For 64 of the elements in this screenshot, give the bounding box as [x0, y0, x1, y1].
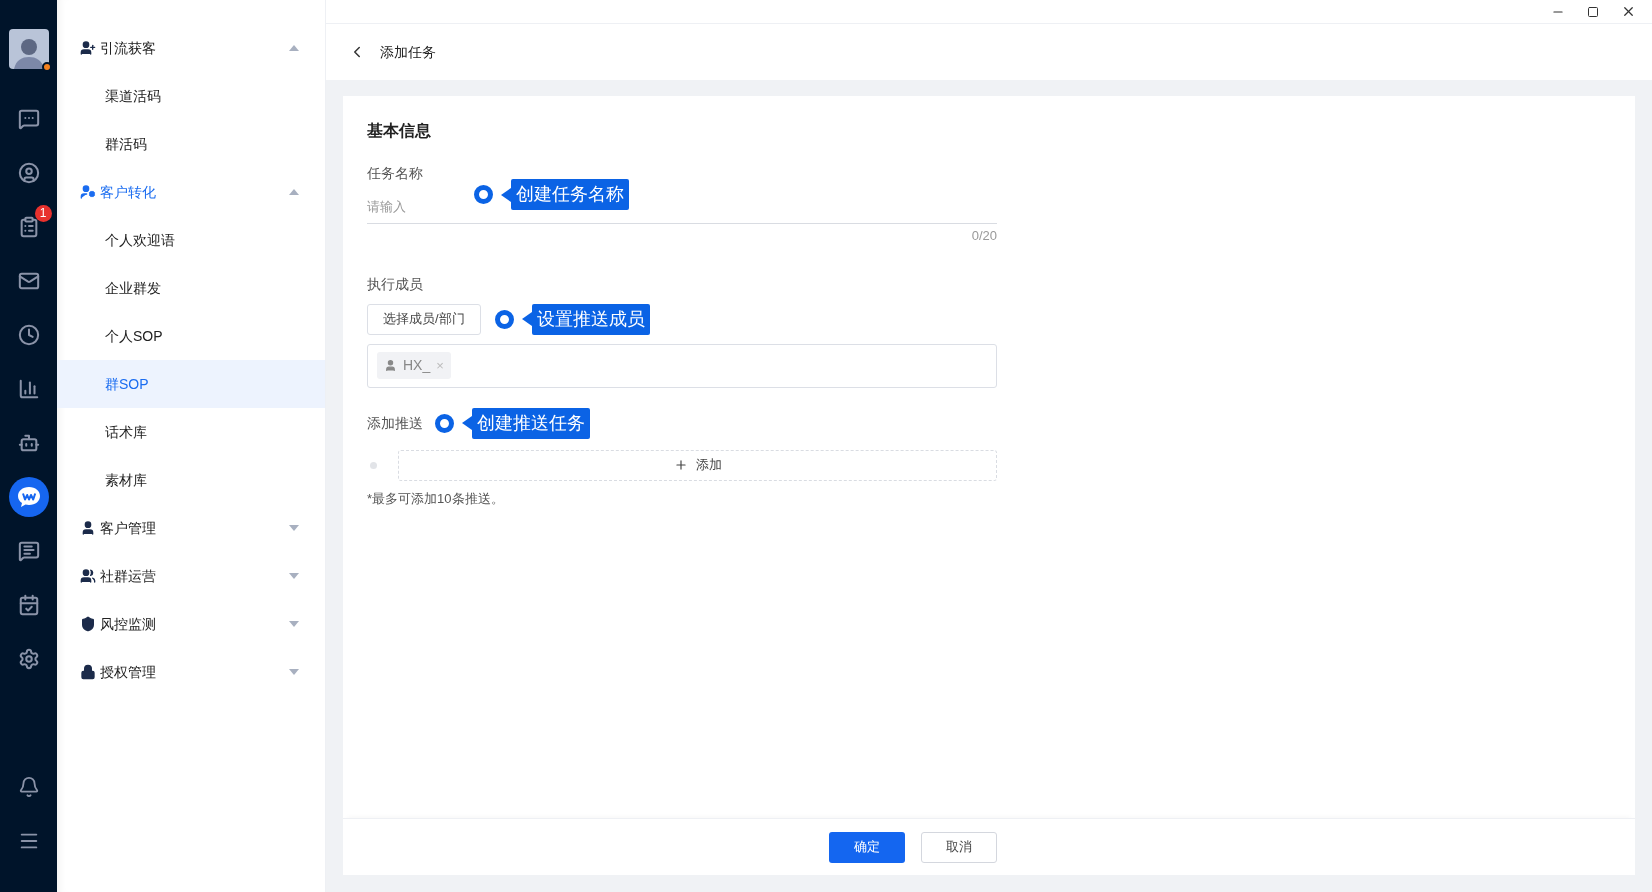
caret-down-icon: [289, 621, 299, 627]
user-gear-icon: [80, 184, 96, 200]
caret-down-icon: [289, 525, 299, 531]
menu-item[interactable]: 群SOP: [57, 360, 325, 408]
page-title: 添加任务: [380, 42, 436, 62]
close-icon[interactable]: [1621, 4, 1636, 19]
bell-icon[interactable]: [17, 776, 40, 798]
menu-item[interactable]: 企业群发: [57, 264, 325, 312]
menu-item[interactable]: 话术库: [57, 408, 325, 456]
bar-chart-icon[interactable]: [17, 378, 40, 400]
user-icon: [80, 520, 96, 536]
notification-badge: 1: [34, 205, 52, 222]
menu-item[interactable]: 渠道活码: [57, 72, 325, 120]
menu-item[interactable]: 群活码: [57, 120, 325, 168]
section-title: 基本信息: [367, 121, 432, 141]
menu-group[interactable]: 授权管理: [57, 648, 325, 696]
callout-label: 创建任务名称: [501, 179, 629, 210]
menu-item[interactable]: 素材库: [57, 456, 325, 504]
field-label: 执行成员: [367, 274, 424, 294]
callout-label: 设置推送成员: [521, 303, 650, 335]
pointer-triangle-icon: [521, 312, 532, 326]
robot-icon[interactable]: [17, 432, 40, 454]
ring-marker-icon: [435, 413, 454, 433]
select-members-button[interactable]: 选择成员/部门: [367, 303, 481, 335]
user-plus-icon: [80, 40, 96, 56]
settings-icon[interactable]: [17, 648, 40, 670]
caret-up-icon: [289, 45, 299, 51]
cancel-button[interactable]: 取消: [921, 831, 997, 863]
user-icon: [384, 359, 397, 372]
confirm-button[interactable]: 确定: [829, 831, 905, 863]
caret-down-icon: [289, 573, 299, 579]
caret-up-icon: [289, 189, 299, 195]
hint-text: *最多可添加10条推送。: [367, 489, 505, 508]
message-icon[interactable]: [17, 540, 40, 562]
chat-bubble-icon[interactable]: [17, 108, 40, 130]
menu-group[interactable]: 客户管理: [57, 504, 325, 552]
menu-group[interactable]: 风控监测: [57, 600, 325, 648]
callout-label: 创建推送任务: [462, 407, 590, 439]
pointer-triangle-icon: [501, 187, 511, 202]
menu-group[interactable]: 客户转化: [57, 168, 325, 216]
lock-icon: [80, 664, 96, 680]
person-circle-icon[interactable]: [17, 162, 40, 184]
clock-icon[interactable]: [17, 324, 40, 346]
envelope-icon[interactable]: [17, 270, 40, 292]
maximize-icon[interactable]: [1587, 5, 1599, 18]
shield-icon: [80, 616, 96, 632]
menu-group[interactable]: 社群运营: [57, 552, 325, 600]
char-counter: 0/20: [971, 227, 997, 245]
field-label: 添加推送: [367, 413, 423, 433]
member-tag: HX_ ×: [377, 352, 451, 379]
menu-item[interactable]: 个人SOP: [57, 312, 325, 360]
ring-marker-icon: [494, 309, 514, 329]
ring-marker-icon: [474, 185, 493, 204]
add-push-button[interactable]: 添加: [398, 449, 997, 481]
calendar-check-icon[interactable]: [17, 594, 40, 616]
plus-icon: [673, 458, 688, 472]
avatar[interactable]: [8, 29, 49, 69]
users-icon: [80, 568, 96, 584]
menu-item[interactable]: 个人欢迎语: [57, 216, 325, 264]
field-label: 任务名称: [367, 164, 424, 183]
menu-group[interactable]: 引流获客: [57, 24, 325, 72]
pointer-triangle-icon: [462, 416, 472, 430]
chat-w-logo[interactable]: [8, 477, 49, 517]
caret-down-icon: [289, 669, 299, 675]
